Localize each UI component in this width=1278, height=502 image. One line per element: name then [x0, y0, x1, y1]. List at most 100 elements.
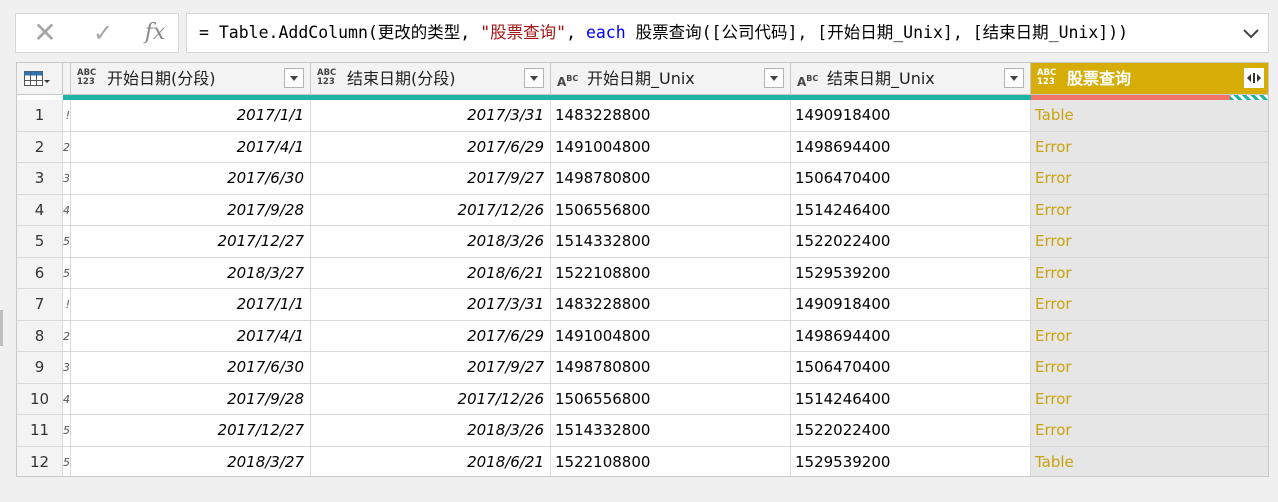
row-number[interactable]: 10: [17, 383, 63, 415]
cell-stock-query[interactable]: Error: [1031, 352, 1268, 384]
cell-start-unix[interactable]: 1514332800: [551, 415, 791, 447]
clipped-cell[interactable]: 5: [63, 415, 71, 447]
clipped-cell[interactable]: 5: [63, 446, 71, 476]
column-header-start-unix[interactable]: ABC 开始日期_Unix: [551, 63, 791, 95]
table-row[interactable]: 6 5 2018/3/27 2018/6/21 1522108800 1529539200…: [17, 257, 1268, 289]
cell-start-date-segment[interactable]: 2018/3/27: [71, 257, 311, 289]
filter-dropdown-button[interactable]: [524, 68, 544, 88]
cell-end-date-segment[interactable]: 2017/6/29: [311, 320, 551, 352]
row-number[interactable]: 1: [17, 100, 63, 132]
formula-text[interactable]: = Table.AddColumn(更改的类型, "股票查询", each 股票…: [199, 14, 1128, 52]
formula-input[interactable]: = Table.AddColumn(更改的类型, "股票查询", each 股票…: [186, 13, 1269, 53]
clipped-cell[interactable]: 3: [63, 163, 71, 195]
cell-end-unix[interactable]: 1522022400: [791, 415, 1031, 447]
cell-start-date-segment[interactable]: 2017/9/28: [71, 194, 311, 226]
cell-start-unix[interactable]: 1483228800: [551, 100, 791, 132]
row-number[interactable]: 2: [17, 131, 63, 163]
cell-start-unix[interactable]: 1506556800: [551, 194, 791, 226]
table-row[interactable]: 12 5 2018/3/27 2018/6/21 1522108800 152953920…: [17, 446, 1268, 476]
clipped-cell[interactable]: 3: [63, 352, 71, 384]
table-row[interactable]: 11 5 2017/12/27 2018/3/26 1514332800 15220224…: [17, 415, 1268, 447]
cell-end-date-segment[interactable]: 2017/12/26: [311, 194, 551, 226]
cell-start-unix[interactable]: 1491004800: [551, 320, 791, 352]
cell-end-unix[interactable]: 1490918400: [791, 289, 1031, 321]
filter-dropdown-button[interactable]: [764, 68, 784, 88]
column-header-stock-query[interactable]: ABC 123 股票查询: [1031, 63, 1268, 95]
cell-stock-query[interactable]: Table: [1031, 100, 1268, 132]
table-row[interactable]: 5 5 2017/12/27 2018/3/26 1514332800 152202240…: [17, 226, 1268, 258]
cell-end-date-segment[interactable]: 2018/3/26: [311, 415, 551, 447]
fx-icon[interactable]: fx: [140, 14, 170, 52]
cell-end-unix[interactable]: 1514246400: [791, 383, 1031, 415]
cell-stock-query[interactable]: Error: [1031, 289, 1268, 321]
cell-end-unix[interactable]: 1498694400: [791, 320, 1031, 352]
row-number[interactable]: 7: [17, 289, 63, 321]
cell-stock-query[interactable]: Error: [1031, 257, 1268, 289]
cell-stock-query[interactable]: Error: [1031, 131, 1268, 163]
table-row[interactable]: 9 3 2017/6/30 2017/9/27 1498780800 1506470400…: [17, 352, 1268, 384]
cell-stock-query[interactable]: Error: [1031, 320, 1268, 352]
cell-start-date-segment[interactable]: 2017/12/27: [71, 415, 311, 447]
cell-start-date-segment[interactable]: 2017/6/30: [71, 163, 311, 195]
cell-start-date-segment[interactable]: 2017/1/1: [71, 100, 311, 132]
cell-start-unix[interactable]: 1514332800: [551, 226, 791, 258]
table-row[interactable]: 1! 2017/1/1 2017/3/31 1483228800 1490918400 T…: [17, 100, 1268, 132]
cell-end-date-segment[interactable]: 2018/6/21: [311, 257, 551, 289]
clipped-cell[interactable]: 5: [63, 257, 71, 289]
cell-end-date-segment[interactable]: 2017/12/26: [311, 383, 551, 415]
cell-start-unix[interactable]: 1491004800: [551, 131, 791, 163]
cell-end-date-segment[interactable]: 2017/3/31: [311, 100, 551, 132]
cell-stock-query[interactable]: Error: [1031, 194, 1268, 226]
table-row[interactable]: 4 4 2017/9/28 2017/12/26 1506556800 151424640…: [17, 194, 1268, 226]
check-icon[interactable]: ✓: [88, 14, 118, 52]
cell-stock-query[interactable]: Error: [1031, 226, 1268, 258]
cell-end-unix[interactable]: 1529539200: [791, 446, 1031, 476]
column-header-end-unix[interactable]: ABC 结束日期_Unix: [791, 63, 1031, 95]
expand-column-icon[interactable]: [1244, 68, 1264, 88]
cell-end-unix[interactable]: 1522022400: [791, 226, 1031, 258]
cell-end-date-segment[interactable]: 2018/3/26: [311, 226, 551, 258]
table-row[interactable]: 7! 2017/1/1 2017/3/31 1483228800 1490918400 E…: [17, 289, 1268, 321]
close-icon[interactable]: ✕: [30, 14, 60, 52]
cell-end-unix[interactable]: 1529539200: [791, 257, 1031, 289]
clipped-cell[interactable]: 2: [63, 320, 71, 352]
cell-end-date-segment[interactable]: 2018/6/21: [311, 446, 551, 476]
cell-start-unix[interactable]: 1498780800: [551, 163, 791, 195]
cell-start-unix[interactable]: 1522108800: [551, 446, 791, 476]
cell-start-date-segment[interactable]: 2017/9/28: [71, 383, 311, 415]
clipped-cell[interactable]: 4: [63, 194, 71, 226]
cell-end-unix[interactable]: 1490918400: [791, 100, 1031, 132]
cell-start-unix[interactable]: 1498780800: [551, 352, 791, 384]
clipped-cell[interactable]: 4: [63, 383, 71, 415]
table-row[interactable]: 10 4 2017/9/28 2017/12/26 1506556800 15142464…: [17, 383, 1268, 415]
cell-start-unix[interactable]: 1522108800: [551, 257, 791, 289]
cell-stock-query[interactable]: Error: [1031, 383, 1268, 415]
side-handle[interactable]: [0, 310, 3, 346]
cell-start-date-segment[interactable]: 2017/12/27: [71, 226, 311, 258]
filter-dropdown-button[interactable]: [1004, 68, 1024, 88]
filter-dropdown-button[interactable]: [284, 68, 304, 88]
cell-end-unix[interactable]: 1498694400: [791, 131, 1031, 163]
row-number[interactable]: 5: [17, 226, 63, 258]
cell-end-unix[interactable]: 1514246400: [791, 194, 1031, 226]
table-row[interactable]: 8 2 2017/4/1 2017/6/29 1491004800 1498694400 E…: [17, 320, 1268, 352]
clipped-cell[interactable]: 5: [63, 226, 71, 258]
row-number[interactable]: 8: [17, 320, 63, 352]
clipped-cell[interactable]: 2: [63, 131, 71, 163]
cell-end-unix[interactable]: 1506470400: [791, 163, 1031, 195]
cell-end-date-segment[interactable]: 2017/9/27: [311, 352, 551, 384]
cell-start-unix[interactable]: 1483228800: [551, 289, 791, 321]
clipped-cell[interactable]: !: [63, 289, 71, 321]
cell-stock-query[interactable]: Error: [1031, 415, 1268, 447]
cell-start-date-segment[interactable]: 2018/3/27: [71, 446, 311, 476]
cell-stock-query[interactable]: Table: [1031, 446, 1268, 476]
row-number[interactable]: 11: [17, 415, 63, 447]
clipped-cell[interactable]: !: [63, 100, 71, 132]
cell-start-date-segment[interactable]: 2017/6/30: [71, 352, 311, 384]
table-row[interactable]: 2 2 2017/4/1 2017/6/29 1491004800 1498694400 E…: [17, 131, 1268, 163]
row-number[interactable]: 3: [17, 163, 63, 195]
table-menu-button[interactable]: [17, 63, 63, 95]
cell-stock-query[interactable]: Error: [1031, 163, 1268, 195]
cell-start-date-segment[interactable]: 2017/4/1: [71, 320, 311, 352]
cell-end-date-segment[interactable]: 2017/3/31: [311, 289, 551, 321]
